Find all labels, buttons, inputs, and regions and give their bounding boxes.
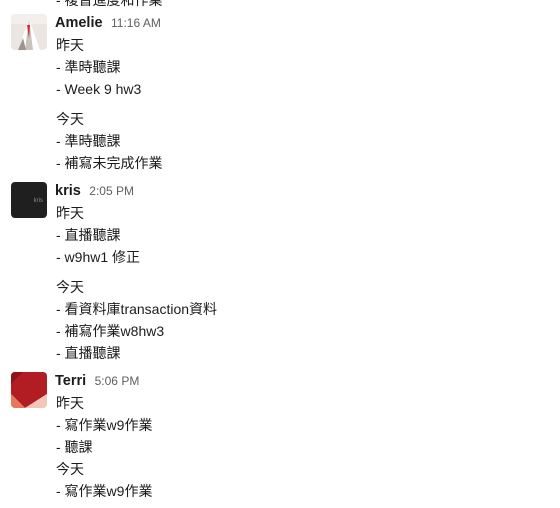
message-line: 昨天	[56, 205, 84, 221]
timestamp[interactable]: 11:16 AM	[111, 16, 161, 30]
kris-avatar-label: kris	[33, 198, 43, 204]
message-line: - 準時聽課	[56, 133, 121, 149]
message-line: - 直播聽課	[56, 345, 121, 361]
message-line: - 直播聽課	[56, 227, 121, 243]
message-header: Terri 5:06 PM	[55, 372, 139, 390]
terri-avatar-icon	[11, 372, 47, 408]
previous-message-cut-line: - 複習進度和作業	[56, 0, 163, 8]
message-header: Amelie 11:16 AM	[55, 14, 161, 32]
message-line: 今天	[56, 461, 84, 477]
avatar[interactable]	[11, 14, 47, 50]
message-line: 今天	[56, 279, 84, 295]
avatar[interactable]: kris	[11, 182, 47, 218]
message-line: - 聽課	[56, 439, 93, 455]
timestamp[interactable]: 5:06 PM	[95, 374, 140, 388]
author-name[interactable]: Amelie	[55, 15, 103, 31]
timestamp[interactable]: 2:05 PM	[89, 184, 134, 198]
message-line: 今天	[56, 111, 84, 127]
message-header: kris 2:05 PM	[55, 182, 134, 200]
message-line: 昨天	[56, 395, 84, 411]
author-name[interactable]: kris	[55, 183, 81, 199]
message-line: - 補寫作業w8hw3	[56, 323, 165, 339]
author-name[interactable]: Terri	[55, 373, 86, 389]
message-line: - Week 9 hw3	[56, 81, 142, 97]
avatar[interactable]	[11, 372, 47, 408]
amelie-avatar-icon	[11, 14, 47, 50]
message-line: 昨天	[56, 37, 84, 53]
message-line: - 寫作業w9作業	[56, 483, 153, 499]
message-line: - w9hw1 修正	[56, 249, 141, 265]
message-line: - 看資料庫transaction資料	[56, 301, 218, 317]
message-line: - 補寫未完成作業	[56, 155, 163, 171]
message-line: - 準時聽課	[56, 59, 121, 75]
message-line: - 寫作業w9作業	[56, 417, 153, 433]
